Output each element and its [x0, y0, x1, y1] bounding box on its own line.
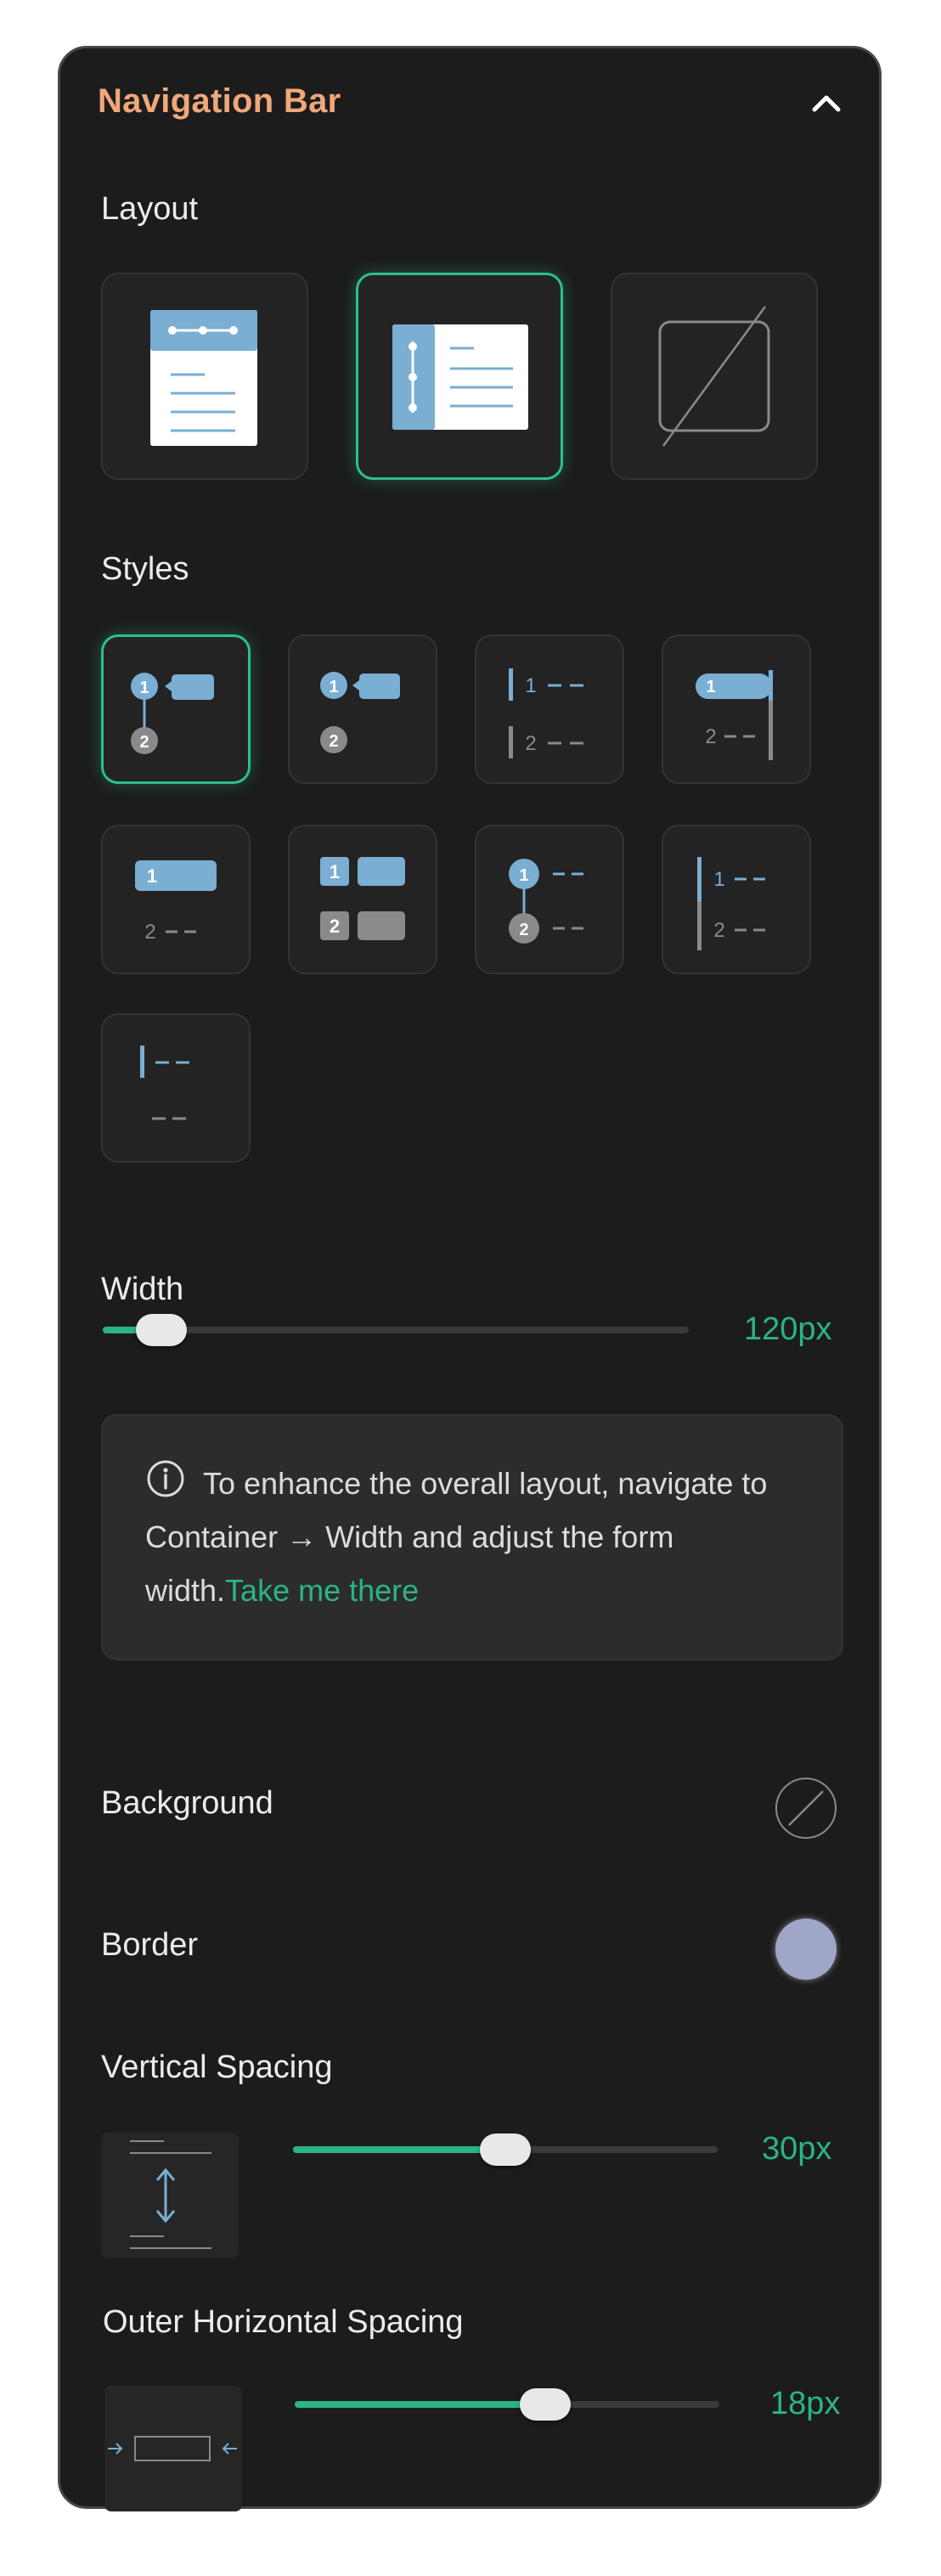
info-icon: [145, 1458, 186, 1499]
style-4-glyph-2: 2: [705, 725, 716, 748]
style-6-icon: 1 2: [320, 857, 405, 940]
style-7-glyph-1: 1: [519, 866, 528, 885]
style-9-icon: [140, 1046, 189, 1120]
style-7-glyph-2: 2: [519, 921, 528, 939]
layout-option-top-navigation[interactable]: [101, 273, 308, 480]
layout-option-none[interactable]: [611, 273, 818, 480]
layout-label: Layout: [101, 191, 199, 227]
border-color-swatch[interactable]: [775, 1919, 837, 1980]
style-8-glyph-2: 2: [713, 919, 724, 942]
chevron-up-icon[interactable]: [808, 89, 845, 115]
navigation-bar-panel: Navigation Bar Layout Styles 1 2 1 2 1 2…: [58, 46, 882, 2511]
style-6-glyph-1: 1: [330, 861, 340, 882]
vertical-spacing-slider[interactable]: [293, 2134, 718, 2166]
style-option-2[interactable]: 1 2: [288, 634, 437, 784]
horizontal-spacing-preview: [104, 2386, 242, 2511]
style-7-icon: 1 2: [509, 859, 583, 944]
styles-label: Styles: [101, 551, 189, 587]
width-label: Width: [101, 1271, 184, 1307]
vertical-spacing-label: Vertical Spacing: [101, 2049, 333, 2085]
style-1-glyph-2: 2: [139, 733, 149, 752]
style-option-1[interactable]: 1 2: [101, 634, 251, 784]
vertical-spacing-preview: [101, 2133, 239, 2258]
outer-horizontal-spacing-value: 18px: [770, 2386, 841, 2421]
border-label: Border: [101, 1927, 199, 1963]
style-option-6[interactable]: 1 2: [288, 825, 437, 974]
style-option-3[interactable]: 1 2: [475, 634, 624, 784]
vertical-spacing-slider-fill: [293, 2146, 505, 2153]
side-navigation-layout-icon: [392, 324, 528, 430]
style-5-glyph-1: 1: [147, 865, 157, 887]
style-6-glyph-2: 2: [330, 916, 340, 937]
style-3-glyph-2: 2: [525, 732, 536, 755]
style-option-5[interactable]: 1 2: [101, 825, 251, 974]
style-3-glyph-1: 1: [525, 674, 536, 697]
width-value: 120px: [744, 1311, 832, 1347]
top-navigation-layout-icon: [150, 310, 257, 446]
width-slider[interactable]: [103, 1314, 689, 1346]
style-4-glyph-1: 1: [706, 678, 715, 696]
info-box: To enhance the overall layout, navigate …: [101, 1414, 843, 1660]
background-label: Background: [101, 1785, 273, 1821]
style-2-glyph-1: 1: [329, 678, 338, 696]
style-option-8[interactable]: 1 2: [662, 825, 811, 974]
style-2-glyph-2: 2: [329, 732, 338, 751]
no-color-icon: [788, 1790, 824, 1826]
take-me-there-link[interactable]: Take me there: [225, 1573, 419, 1608]
style-option-4[interactable]: 1 2: [662, 634, 811, 784]
no-layout-icon: [658, 306, 770, 447]
vertical-spacing-icon: [130, 2140, 211, 2249]
style-8-glyph-1: 1: [713, 868, 724, 891]
width-slider-thumb[interactable]: [136, 1314, 187, 1346]
background-color-swatch[interactable]: [775, 1778, 837, 1839]
style-option-7[interactable]: 1 2: [475, 825, 624, 974]
outer-horizontal-spacing-slider-fill: [295, 2401, 545, 2408]
panel-title: Navigation Bar: [98, 82, 341, 120]
style-5-icon: 1 2: [135, 860, 217, 944]
style-option-9[interactable]: [101, 1013, 251, 1163]
horizontal-spacing-icon: [108, 2436, 237, 2461]
style-3-icon: 1 2: [509, 668, 583, 758]
style-1-icon: 1 2: [131, 673, 214, 754]
style-1-glyph-1: 1: [139, 679, 149, 697]
style-4-icon: 1 2: [696, 670, 773, 760]
style-5-glyph-2: 2: [144, 921, 155, 944]
layout-option-side-navigation[interactable]: [356, 273, 563, 480]
outer-horizontal-spacing-slider-thumb[interactable]: [520, 2388, 571, 2421]
style-8-icon: 1 2: [697, 857, 765, 950]
style-2-icon: 1 2: [320, 672, 400, 753]
vertical-spacing-slider-thumb[interactable]: [480, 2134, 531, 2166]
outer-horizontal-spacing-label: Outer Horizontal Spacing: [103, 2304, 464, 2340]
outer-horizontal-spacing-slider[interactable]: [295, 2388, 719, 2421]
vertical-spacing-value: 30px: [762, 2131, 832, 2167]
